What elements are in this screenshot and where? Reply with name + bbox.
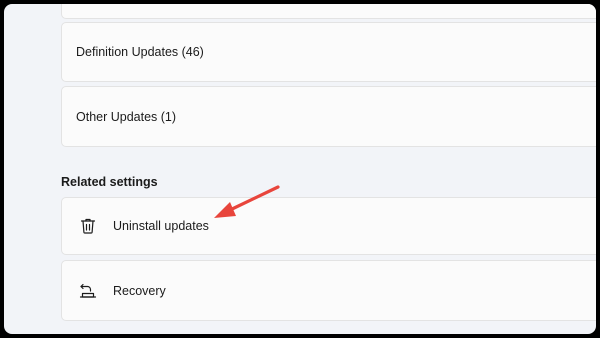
recovery-button[interactable]: Recovery: [61, 260, 596, 321]
definition-updates-label: Definition Updates (46): [76, 45, 204, 59]
recovery-icon: [78, 281, 98, 301]
settings-window: Definition Updates (46) Other Updates (1…: [4, 4, 596, 334]
uninstall-updates-label: Uninstall updates: [113, 219, 209, 233]
other-updates-card[interactable]: Other Updates (1): [61, 86, 596, 147]
definition-updates-card[interactable]: Definition Updates (46): [61, 22, 596, 82]
uninstall-updates-button[interactable]: Uninstall updates: [61, 197, 596, 255]
other-updates-label: Other Updates (1): [76, 109, 177, 124]
trash-icon: [78, 216, 98, 236]
recovery-label: Recovery: [113, 283, 166, 298]
update-category-card[interactable]: [61, 4, 596, 19]
related-settings-heading: Related settings: [61, 175, 158, 189]
